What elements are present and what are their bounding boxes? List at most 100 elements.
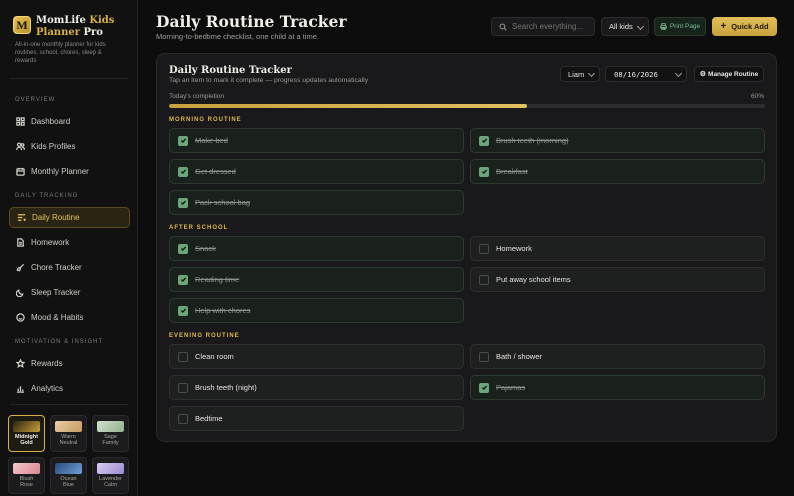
check-icon: [481, 169, 487, 175]
theme-lavender-calm[interactable]: Lavender Calm: [92, 457, 129, 494]
task-label: Bath / shower: [496, 352, 542, 361]
routine-task[interactable]: Bath / shower: [470, 344, 765, 369]
task-checkbox[interactable]: [178, 197, 188, 208]
search-input[interactable]: Search everything...: [491, 17, 595, 36]
task-label: Snack: [195, 244, 216, 253]
task-checkbox[interactable]: [178, 351, 188, 362]
task-label: Put away school items: [496, 275, 571, 284]
routine-task[interactable]: Reading time: [169, 267, 464, 292]
task-checkbox[interactable]: [479, 351, 489, 362]
plus-icon: +: [720, 21, 727, 32]
sidebar-item-monthly-planner[interactable]: Monthly Planner: [9, 161, 130, 182]
routine-task[interactable]: Bedtime: [169, 406, 464, 431]
routine-task[interactable]: Get dressed: [169, 159, 464, 184]
gear-icon: ⚙: [699, 71, 707, 78]
brand-name-line2: Pro: [79, 27, 103, 38]
routine-task[interactable]: Breakfast: [470, 159, 765, 184]
brand-name-gold: Kids: [89, 15, 115, 26]
grid-icon: [16, 117, 25, 126]
theme-sage-family[interactable]: Sage Family: [92, 415, 129, 452]
sidebar-item-chore-tracker[interactable]: Chore Tracker: [9, 257, 130, 278]
child-select[interactable]: Liam: [560, 66, 600, 82]
calendar-icon: [16, 167, 25, 176]
routine-task[interactable]: Pajamas: [470, 375, 765, 400]
sidebar-item-label: Analytics: [31, 384, 64, 393]
check-icon: [180, 169, 186, 175]
task-checkbox[interactable]: [479, 382, 489, 393]
task-checkbox[interactable]: [479, 166, 489, 177]
search-icon: [499, 22, 507, 31]
sidebar-item-label: Sleep Tracker: [31, 288, 81, 297]
sidebar-item-analytics[interactable]: Analytics: [9, 378, 130, 399]
routine-task[interactable]: Put away school items: [470, 267, 765, 292]
routine-task[interactable]: Make bed: [169, 128, 464, 153]
print-page-button[interactable]: Print Page: [654, 17, 706, 36]
kids-filter-select[interactable]: All kids: [601, 17, 649, 36]
task-checkbox[interactable]: [479, 274, 489, 285]
sidebar-item-label: Daily Routine: [32, 213, 80, 222]
theme-swatch: [13, 463, 40, 474]
task-checkbox[interactable]: [178, 382, 188, 393]
brand[interactable]: M MomLife Kids Planner Pro: [13, 15, 131, 39]
date-value: 08/16/2026: [614, 69, 658, 79]
manage-routine-button[interactable]: ⚙ Manage Routine: [694, 66, 764, 82]
print-page-label: Print Page: [669, 23, 701, 30]
task-label: Help with chores: [195, 306, 251, 315]
task-label: Pajamas: [496, 383, 526, 392]
sidebar-item-dashboard[interactable]: Dashboard: [9, 111, 130, 132]
theme-swatch: [97, 463, 124, 474]
task-checkbox[interactable]: [479, 243, 489, 254]
task-checkbox[interactable]: [178, 305, 188, 316]
sidebar-divider: [10, 78, 128, 79]
manage-routine-label: Manage Routine: [708, 70, 759, 78]
check-icon: [180, 308, 186, 314]
quick-add-label: Quick Add: [731, 22, 769, 31]
sidebar-item-label: Chore Tracker: [31, 263, 82, 272]
brand-name-main: MomLife: [36, 15, 86, 26]
theme-picker: Midnight Gold Warm Neutral Sage Family Blus…: [8, 415, 129, 494]
chevron-down-icon: [587, 69, 596, 78]
theme-swatch: [97, 421, 124, 432]
theme-warm-neutral[interactable]: Warm Neutral: [50, 415, 87, 452]
task-checkbox[interactable]: [178, 135, 188, 146]
theme-label: Sage Family: [102, 434, 118, 446]
smile-icon: [16, 313, 25, 322]
sidebar-item-homework[interactable]: Homework: [9, 232, 130, 253]
routine-task[interactable]: Clean room: [169, 344, 464, 369]
sidebar-item-daily-routine[interactable]: Daily Routine: [9, 207, 130, 228]
card-title: Daily Routine Tracker: [169, 65, 292, 76]
task-label: Reading time: [195, 275, 240, 284]
theme-midnight-gold[interactable]: Midnight Gold: [8, 415, 45, 452]
sidebar-item-mood-habits[interactable]: Mood & Habits: [9, 307, 130, 328]
quick-add-button[interactable]: + Quick Add: [712, 17, 777, 36]
kids-filter-value: All kids: [609, 22, 633, 31]
theme-ocean-blue[interactable]: Ocean Blue: [50, 457, 87, 494]
brand-name: MomLife Kids Planner Pro: [36, 15, 131, 39]
routine-task[interactable]: Homework: [470, 236, 765, 261]
task-label: Brush teeth (morning): [496, 136, 569, 145]
routine-task[interactable]: Brush teeth (morning): [470, 128, 765, 153]
routine-task[interactable]: Pack school bag: [169, 190, 464, 215]
task-checkbox[interactable]: [178, 274, 188, 285]
sidebar-item-rewards[interactable]: Rewards: [9, 353, 130, 374]
progress-label: Today's completion: [169, 93, 225, 100]
task-label: Make bed: [195, 136, 228, 145]
theme-blush-rose[interactable]: Blush Rose: [8, 457, 45, 494]
routine-task[interactable]: Snack: [169, 236, 464, 261]
date-input[interactable]: 08/16/2026: [605, 66, 687, 82]
task-checkbox[interactable]: [178, 243, 188, 254]
theme-label-line2: Blue: [62, 482, 74, 488]
card-subtitle: Tap an item to mark it complete — progre…: [169, 77, 369, 84]
theme-swatch: [13, 421, 40, 432]
task-label: Pack school bag: [195, 198, 251, 207]
sidebar-item-sleep-tracker[interactable]: Sleep Tracker: [9, 282, 130, 303]
routine-task[interactable]: Help with chores: [169, 298, 464, 323]
task-checkbox[interactable]: [178, 413, 188, 424]
theme-label: Lavender Calm: [99, 476, 122, 488]
task-checkbox[interactable]: [178, 166, 188, 177]
task-checkbox[interactable]: [479, 135, 489, 146]
brand-tagline: All-in-one monthly planner for kids rout…: [15, 42, 106, 64]
sidebar-item-kids-profiles[interactable]: Kids Profiles: [9, 136, 130, 157]
theme-label-line2: Rose: [20, 482, 33, 488]
routine-task[interactable]: Brush teeth (night): [169, 375, 464, 400]
